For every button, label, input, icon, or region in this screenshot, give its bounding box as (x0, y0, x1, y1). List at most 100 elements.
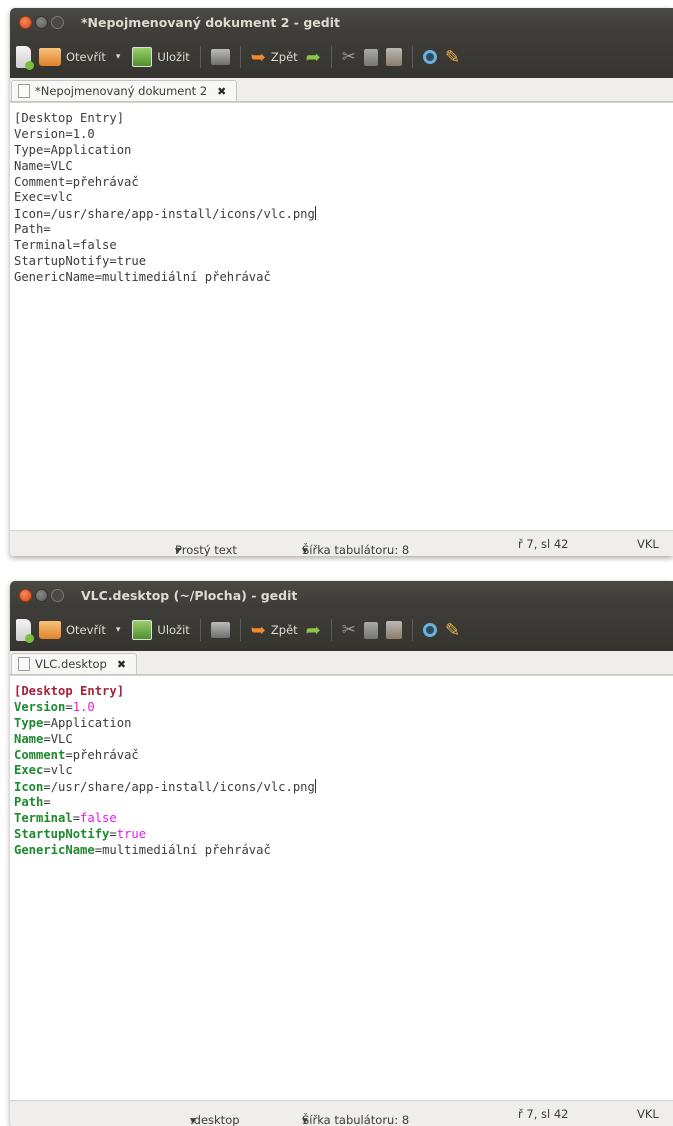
undo-icon: ➥ (250, 46, 266, 68)
find-button[interactable] (423, 50, 437, 64)
editor-line: Exec=vlc (14, 190, 73, 205)
insert-mode: VKL (637, 1107, 659, 1121)
gedit-window-vlc-desktop: VLC.desktop (~/Plocha) - gedit Otevřít ▾… (10, 581, 673, 1126)
equals-token: = (43, 715, 51, 730)
replace-button[interactable]: ✎ (445, 47, 460, 68)
document-tabs: *Nepojmenovaný dokument 2 ✖ (10, 78, 673, 102)
key-token: Icon (14, 780, 44, 795)
folder-open-icon (39, 621, 61, 639)
value-token: vlc (50, 763, 73, 778)
new-document-button[interactable] (16, 619, 34, 643)
save-button[interactable]: Uložit (132, 47, 190, 67)
copy-button[interactable] (364, 48, 378, 66)
minimize-window-icon[interactable] (35, 588, 48, 602)
desktop-file-icon (18, 657, 30, 671)
chevron-down-icon: ▾ (302, 543, 308, 556)
title-bar[interactable]: *Nepojmenovaný dokument 2 - gedit (10, 8, 673, 36)
equals-token: = (43, 795, 51, 810)
language-label: Prostý text (175, 543, 237, 556)
editor-line: StartupNotify=true (14, 254, 147, 269)
text-editor[interactable]: [Desktop Entry] Version=1.0 Type=Applicati… (10, 675, 673, 1107)
open-recent-dropdown-icon[interactable]: ▾ (116, 625, 121, 635)
chevron-down-icon: ▾ (190, 1113, 196, 1126)
chevron-down-icon: ▾ (175, 543, 181, 556)
open-recent-dropdown-icon[interactable]: ▾ (116, 52, 121, 62)
key-token: Version (14, 699, 66, 714)
magnifier-icon (423, 50, 437, 64)
editor-line: Terminal=false (14, 238, 117, 253)
paste-icon (386, 621, 402, 639)
scissors-icon: ✂ (341, 47, 356, 67)
toolbar-separator (239, 46, 241, 68)
status-bar: .desktop ▾ Šířka tabulátoru: 8 ▾ ř 7, sl… (10, 1100, 673, 1126)
key-token: GenericName (14, 842, 95, 857)
open-button[interactable]: Otevřít (39, 48, 106, 66)
find-replace-icon: ✎ (445, 46, 461, 68)
status-bar: Prostý text ▾ Šířka tabulátoru: 8 ▾ ř 7,… (10, 530, 673, 556)
value-token: false (80, 811, 117, 826)
equals-token: = (94, 842, 103, 857)
key-token: Comment (14, 747, 66, 762)
document-tab[interactable]: *Nepojmenovaný dokument 2 ✖ (11, 80, 238, 101)
copy-icon (364, 621, 378, 639)
text-cursor (314, 779, 316, 794)
value-token: Application (50, 715, 132, 730)
equals-token: = (72, 811, 81, 826)
editor-line: Icon=/usr/share/app-install/icons/vlc.pn… (14, 206, 673, 222)
minimize-window-icon[interactable] (35, 15, 48, 29)
new-document-button[interactable] (16, 46, 34, 70)
editor-line: Version=1.0 (14, 126, 95, 141)
redo-icon: ➦ (305, 46, 321, 68)
maximize-window-icon[interactable] (51, 588, 64, 602)
cut-button[interactable]: ✂ (342, 47, 356, 67)
key-token: Terminal (14, 811, 73, 826)
editor-line: Comment=přehrávač (14, 748, 673, 764)
redo-button[interactable]: ➦ (306, 47, 321, 68)
value-token: VLC (50, 731, 73, 746)
insert-mode: VKL (637, 537, 659, 551)
maximize-window-icon[interactable] (51, 15, 64, 29)
editor-line: Terminal=false (14, 811, 673, 827)
key-token: StartupNotify (14, 827, 110, 842)
editor-line: GenericName=multimediální přehrávač (14, 843, 673, 859)
chevron-down-icon: ▾ (302, 1113, 308, 1126)
value-token: true (116, 827, 147, 842)
undo-label: Zpět (270, 50, 298, 64)
group-header: [Desktop Entry] (14, 684, 125, 698)
undo-button[interactable]: ➥ Zpět (251, 620, 298, 641)
undo-button[interactable]: ➥ Zpět (251, 47, 298, 68)
find-button[interactable] (423, 623, 437, 637)
close-window-icon[interactable] (19, 15, 32, 29)
close-tab-icon[interactable]: ✖ (217, 85, 226, 98)
close-tab-icon[interactable]: ✖ (117, 658, 126, 671)
redo-button[interactable]: ➦ (306, 620, 321, 641)
editor-line: Comment=přehrávač (14, 174, 139, 189)
editor-line: Path= (14, 795, 673, 811)
replace-button[interactable]: ✎ (445, 620, 460, 641)
paste-button[interactable] (386, 48, 402, 66)
equals-token: = (43, 780, 51, 795)
copy-button[interactable] (364, 621, 378, 639)
equals-token: = (43, 731, 51, 746)
text-editor[interactable]: [Desktop Entry] Version=1.0 Type=Applica… (10, 102, 673, 538)
cut-button[interactable]: ✂ (342, 620, 356, 640)
key-token: Path (14, 795, 44, 810)
toolbar-separator (412, 619, 413, 641)
print-button[interactable] (210, 49, 230, 65)
save-button[interactable]: Uložit (132, 620, 190, 640)
window-title: VLC.desktop (~/Plocha) - gedit (81, 587, 298, 603)
editor-line: Version=1.0 (14, 700, 673, 716)
document-tab[interactable]: VLC.desktop ✖ (11, 653, 138, 674)
paste-button[interactable] (386, 621, 402, 639)
print-button[interactable] (210, 622, 230, 638)
document-tabs: VLC.desktop ✖ (10, 651, 673, 675)
close-window-icon[interactable] (19, 588, 32, 602)
title-bar[interactable]: VLC.desktop (~/Plocha) - gedit (10, 581, 673, 609)
text-cursor (314, 206, 316, 221)
save-label: Uložit (157, 623, 190, 637)
editor-line: Name=VLC (14, 158, 73, 173)
open-button[interactable]: Otevřít (39, 621, 106, 639)
key-token: Exec (14, 763, 44, 778)
printer-icon (210, 622, 230, 638)
cursor-position: ř 7, sl 42 (518, 1107, 569, 1121)
